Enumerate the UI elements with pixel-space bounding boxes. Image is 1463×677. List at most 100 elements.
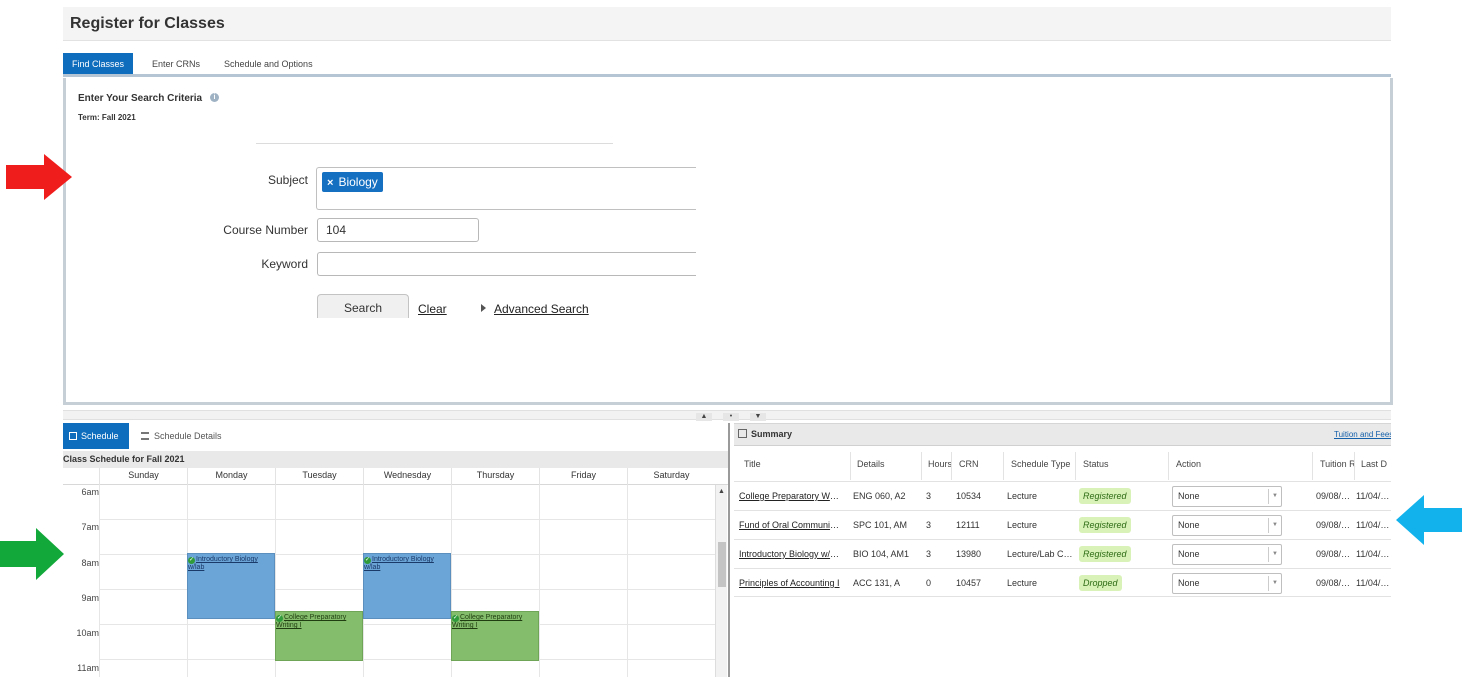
course-title-link[interactable]: Fund of Oral Communicat…: [739, 520, 841, 530]
column-divider: [850, 452, 851, 480]
tab-enter-crns[interactable]: Enter CRNs: [143, 53, 209, 74]
course-title-link[interactable]: Introductory Biology w/lab: [739, 549, 841, 559]
tab-schedule-details[interactable]: Schedule Details: [141, 423, 222, 449]
action-select[interactable]: None ▼: [1172, 515, 1282, 536]
calendar-event[interactable]: ✓ Introductory Biology w/lab: [187, 553, 275, 619]
course-title-link[interactable]: College Preparatory Writi…: [739, 491, 841, 501]
blue-arrow-icon: [1396, 495, 1462, 545]
grid-line: [99, 519, 715, 520]
action-select[interactable]: None ▼: [1172, 573, 1282, 594]
collapse-down-icon[interactable]: ▼: [750, 413, 766, 421]
check-icon: ✓: [452, 615, 459, 622]
action-select[interactable]: None ▼: [1172, 544, 1282, 565]
column-header-details[interactable]: Details: [857, 459, 885, 469]
column-header-last-day[interactable]: Last D: [1361, 459, 1387, 469]
course-number-label: Course Number: [223, 223, 308, 237]
action-select-value: None: [1178, 520, 1200, 530]
table-row[interactable]: Introductory Biology w/lab BIO 104, AM1 …: [734, 539, 1391, 568]
subject-chip-label: Biology: [338, 175, 378, 189]
summary-panel: Summary Tuition and Fees Title Details H…: [734, 423, 1391, 677]
tab-schedule[interactable]: Schedule: [63, 423, 129, 449]
collapse-up-icon[interactable]: ▲: [696, 413, 712, 421]
tab-schedule-label: Schedule: [81, 431, 119, 441]
remove-chip-icon[interactable]: ×: [327, 177, 333, 189]
scroll-up-icon[interactable]: ▲: [718, 488, 725, 495]
table-row[interactable]: College Preparatory Writi… ENG 060, A2 3…: [734, 481, 1391, 510]
column-header-schedule-type[interactable]: Schedule Type: [1011, 459, 1070, 469]
keyword-input[interactable]: [317, 252, 696, 276]
chevron-down-icon[interactable]: ▼: [1272, 545, 1278, 564]
day-header-tuesday: Tuesday: [275, 468, 363, 485]
column-header-status[interactable]: Status: [1083, 459, 1109, 469]
subject-input[interactable]: × Biology: [316, 167, 696, 210]
list-icon: [141, 432, 149, 440]
event-title: College Preparatory Writing I: [276, 614, 347, 629]
course-hours: 3: [926, 491, 932, 501]
expand-triangle-icon[interactable]: [481, 304, 486, 312]
table-row[interactable]: Fund of Oral Communicat… SPC 101, AM 3 1…: [734, 510, 1391, 539]
blue-arrow-shape: [1396, 495, 1462, 545]
subject-chip[interactable]: × Biology: [322, 172, 383, 192]
term-label: Term: Fall 2021: [78, 113, 136, 122]
tab-schedule-and-options[interactable]: Schedule and Options: [215, 53, 322, 74]
column-header-crn[interactable]: CRN: [959, 459, 979, 469]
column-header-hours[interactable]: Hours: [928, 459, 952, 469]
search-criteria-heading: Enter Your Search Criteria: [78, 93, 203, 104]
tuition-date: 09/08/…: [1316, 491, 1351, 501]
time-label: 11am: [77, 663, 99, 673]
day-header-wednesday: Wednesday: [363, 468, 451, 485]
search-button[interactable]: Search: [317, 294, 409, 318]
calendar-event[interactable]: ✓ College Preparatory Writing I: [275, 611, 363, 661]
select-divider: [1268, 576, 1269, 591]
divider: [256, 143, 613, 144]
time-label: 8am: [81, 558, 99, 568]
calendar-event[interactable]: ✓ Introductory Biology w/lab: [363, 553, 451, 619]
course-details: SPC 101, AM: [853, 520, 908, 530]
column-header-action[interactable]: Action: [1176, 459, 1201, 469]
action-select[interactable]: None ▼: [1172, 486, 1282, 507]
column-header-title[interactable]: Title: [744, 459, 761, 469]
status-badge: Registered: [1079, 488, 1131, 504]
calendar-icon: [69, 432, 77, 440]
restore-icon[interactable]: •: [723, 413, 739, 421]
event-title: Introductory Biology w/lab: [364, 556, 434, 571]
summary-title-label: Summary: [751, 429, 793, 439]
tab-schedule-details-label: Schedule Details: [154, 431, 222, 441]
info-icon[interactable]: i: [210, 93, 219, 102]
panel-splitter[interactable]: ▲ • ▼: [63, 410, 1391, 421]
action-select-value: None: [1178, 491, 1200, 501]
status-badge: Registered: [1079, 546, 1131, 562]
clear-link[interactable]: Clear: [418, 302, 447, 316]
course-title-link[interactable]: Principles of Accounting I: [739, 578, 841, 588]
table-row[interactable]: Principles of Accounting I ACC 131, A 0 …: [734, 568, 1391, 597]
action-select-value: None: [1178, 578, 1200, 588]
red-arrow-shape: [6, 154, 72, 200]
day-header-sunday: Sunday: [99, 468, 187, 485]
chevron-down-icon[interactable]: ▼: [1272, 516, 1278, 535]
scrollbar-thumb[interactable]: [718, 542, 726, 587]
column-divider: [1003, 452, 1004, 480]
status-badge: Dropped: [1079, 575, 1122, 591]
keyword-label: Keyword: [261, 257, 308, 271]
schedule-type: Lecture: [1007, 491, 1038, 501]
column-header-tuition[interactable]: Tuition R: [1320, 459, 1356, 469]
advanced-search-link[interactable]: Advanced Search: [494, 302, 589, 316]
red-arrow-icon: [6, 154, 72, 200]
summary-title: Summary: [738, 429, 792, 439]
day-header-saturday: Saturday: [627, 468, 715, 485]
chevron-down-icon[interactable]: ▼: [1272, 487, 1278, 506]
status-badge: Registered: [1079, 517, 1131, 533]
column-divider: [1312, 452, 1313, 480]
calendar-scrollbar[interactable]: ▲: [715, 485, 727, 677]
last-day-date: 11/04/…: [1356, 549, 1390, 559]
check-icon: ✓: [188, 557, 195, 564]
column-divider: [1354, 452, 1355, 480]
course-number-input[interactable]: 104: [317, 218, 479, 242]
tab-find-classes[interactable]: Find Classes: [63, 53, 134, 74]
chevron-down-icon[interactable]: ▼: [1272, 574, 1278, 593]
green-arrow-shape: [0, 528, 64, 580]
schedule-panel: Schedule Schedule Details Class Schedule…: [63, 423, 730, 677]
tuition-and-fees-link[interactable]: Tuition and Fees: [1334, 430, 1391, 439]
calendar-caption: Class Schedule for Fall 2021: [63, 451, 728, 468]
calendar-event[interactable]: ✓ College Preparatory Writing I: [451, 611, 539, 661]
